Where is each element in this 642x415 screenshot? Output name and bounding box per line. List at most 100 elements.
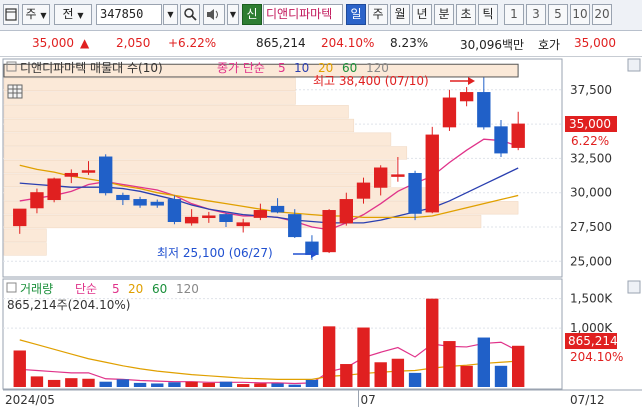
volume-ma-label: 단순 [75, 282, 97, 296]
window-icon[interactable] [3, 4, 19, 25]
search-button[interactable] [180, 4, 200, 25]
candle-body [253, 210, 268, 218]
volume-ratio: 204.10% [321, 36, 375, 50]
stock-code-input[interactable]: 347850 [96, 4, 162, 25]
volume-profile-bar [3, 77, 296, 91]
sound-button[interactable] [203, 4, 225, 25]
volume-bar [168, 382, 181, 387]
turnover-pct: 8.23% [390, 36, 429, 50]
chevron-down-icon: ▼ [40, 11, 47, 20]
price-tick-label: 27,500 [570, 220, 612, 234]
price-ma-legend-20: 20 [318, 61, 333, 75]
tab-2[interactable]: 월 [390, 4, 410, 25]
candle-body [494, 126, 508, 154]
prev-button[interactable]: 전 ▼ [54, 4, 92, 25]
volume-bar [477, 337, 490, 387]
price-tick-label: 30,000 [570, 186, 612, 200]
last-price-pct: 6.22% [571, 134, 609, 148]
trade-value: 30,096백만 [460, 38, 525, 52]
stock-code: 347850 [100, 7, 144, 21]
candle-body [391, 174, 405, 177]
candle-body [288, 214, 302, 238]
volume-profile-bar [3, 173, 392, 187]
candle-body [236, 222, 250, 227]
tab-4[interactable]: 분 [434, 4, 454, 25]
candle-body [374, 167, 388, 188]
tab-3[interactable]: 년 [412, 4, 432, 25]
volume-bar [494, 365, 508, 387]
candle-body [459, 92, 474, 102]
candle-body [47, 178, 61, 201]
price-change-pct: +6.22% [168, 36, 217, 50]
volume-bar [271, 383, 284, 387]
volume-bar [288, 384, 301, 387]
volume-bar [408, 372, 422, 387]
candle-body [511, 123, 525, 148]
interval-button-5[interactable]: 5 [548, 4, 568, 25]
chart-area[interactable]: 25,000 27,500 30,000 32,500 37,500 1,500K 1,00… [0, 57, 642, 412]
period-select[interactable]: 주 ▼ [22, 4, 50, 25]
price-change: 2,050 [116, 36, 151, 50]
candle-body [150, 201, 164, 206]
volume-bar [357, 327, 370, 387]
period-label: 주 [25, 7, 37, 21]
volume-bar [254, 383, 267, 387]
candle-body [167, 199, 182, 223]
candle-body [64, 172, 78, 177]
company-name-text: 디앤디파마텍 [266, 7, 333, 21]
candle-body [270, 205, 285, 213]
tab-6[interactable]: 틱 [478, 4, 498, 25]
x-axis-label: 07/12 [570, 393, 605, 407]
volume: 865,214 [256, 36, 306, 50]
stock-chart[interactable]: 25,00027,50030,00032,50037,5001,500K1,00… [0, 57, 642, 412]
search-icon [184, 8, 197, 21]
interval-button-10[interactable]: 10 [570, 4, 590, 25]
speaker-icon [207, 9, 218, 20]
volume-ma-legend-5: 5 [112, 282, 120, 296]
chevron-down-icon: ▼ [77, 11, 84, 20]
volume-bar [237, 384, 250, 387]
volume-profile-bar [3, 160, 397, 174]
volume-text: 865,214주(204.10%) [7, 298, 130, 312]
interval-button-3[interactable]: 3 [526, 4, 546, 25]
price-ma-label: 종가 단순 [217, 61, 265, 75]
candle-body [356, 182, 371, 199]
toolbar: 주 ▼ 전 ▼ 347850 ▼ ▼ 신 디앤디파마텍 일 주 월 년 분 초 틱 1 3 5 10… [0, 0, 642, 31]
interval-button-1[interactable]: 1 [504, 4, 524, 25]
chevron-down-icon: ▼ [167, 10, 174, 19]
price-ma-legend-60: 60 [342, 61, 357, 75]
volume-bar [99, 381, 112, 387]
price-ma-legend-10: 10 [294, 61, 309, 75]
up-arrow-icon: ▲ [80, 36, 90, 50]
volume-chart-title: 거래량 [20, 282, 53, 296]
candle-body [184, 216, 199, 224]
panel-settings-icon[interactable] [627, 58, 641, 72]
quote-label: 호가 [538, 38, 561, 52]
x-axis-label: 07 [361, 393, 376, 407]
candle-body [99, 156, 113, 194]
price-tick-label: 25,000 [570, 254, 612, 268]
chevron-down-icon: ▼ [229, 10, 237, 19]
last-price: 35,000 [569, 117, 611, 131]
interval-button-20[interactable]: 20 [592, 4, 612, 25]
candle-body [116, 194, 130, 201]
volume-bar [512, 345, 525, 387]
code-dropdown-button[interactable]: ▼ [163, 4, 178, 25]
candle-body [322, 210, 336, 253]
tab-5[interactable]: 초 [456, 4, 476, 25]
tab-0[interactable]: 일 [346, 4, 366, 25]
tab-1[interactable]: 주 [368, 4, 388, 25]
volume-bar [374, 362, 387, 387]
sound-dropdown-button[interactable]: ▼ [227, 4, 239, 25]
panel-settings-icon[interactable] [627, 280, 641, 294]
price-tick-label: 37,500 [570, 83, 612, 97]
volume-tick-label: 1,500K [570, 292, 613, 306]
price-ma-legend-5: 5 [278, 61, 286, 75]
volume-profile-bar [3, 132, 392, 146]
candle-body [13, 208, 27, 227]
credit-label: 신 [246, 7, 258, 21]
candle-body [133, 199, 147, 206]
candle-body [408, 172, 422, 214]
table-icon[interactable] [7, 84, 23, 99]
credit-button[interactable]: 신 [242, 4, 262, 25]
